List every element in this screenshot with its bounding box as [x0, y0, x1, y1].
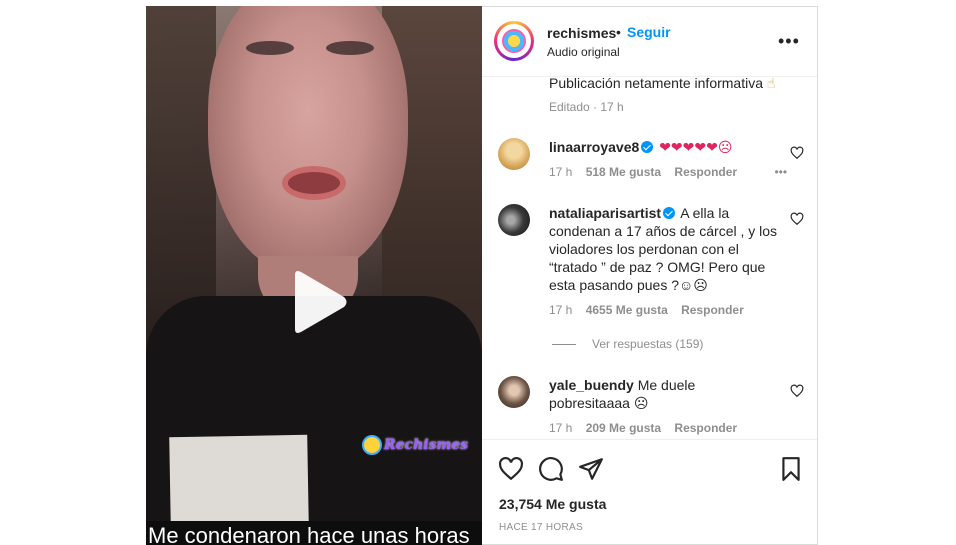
watermark-text: Rechismes: [384, 437, 469, 453]
post-timestamp[interactable]: HACE 17 HORAS: [499, 522, 583, 533]
comment-meta: 17 h 4655 Me gusta Responder: [549, 303, 754, 317]
comment-time: 17 h: [549, 165, 573, 179]
comment-meta: 17 h 209 Me gusta Responder: [549, 421, 747, 435]
comment-time: 17 h: [549, 421, 573, 435]
video-frame-detail: [282, 166, 346, 200]
avatar[interactable]: [498, 376, 530, 408]
reply-button[interactable]: Responder: [674, 165, 737, 179]
more-icon[interactable]: •••: [774, 165, 787, 179]
share-icon[interactable]: [578, 456, 604, 482]
post-header: rechismes • Seguir Audio original •••: [482, 7, 817, 77]
play-icon[interactable]: [287, 269, 349, 335]
follow-button[interactable]: Seguir: [627, 24, 671, 40]
comment-meta: 17 h 518 Me gusta Responder •••: [549, 165, 797, 179]
post-actions: 23,754 Me gusta HACE 17 HORAS: [482, 439, 817, 545]
post-caption: Publicación netamente informativa ☝: [549, 75, 775, 92]
video-frame-detail: [208, 6, 408, 276]
comment-text: ❤❤❤❤❤☹: [659, 140, 733, 156]
watermark-logo-icon: [362, 435, 382, 455]
post-time: 17 h: [600, 100, 624, 114]
avatar[interactable]: [498, 138, 530, 170]
video-player[interactable]: Rechismes Me condenaron hace unas horas: [146, 6, 482, 545]
comment-body: nataliaparisartist A ella la condenan a …: [549, 204, 779, 294]
video-frame-detail: [169, 434, 309, 528]
verified-icon: [663, 207, 676, 219]
video-frame-detail: [326, 41, 374, 55]
heart-icon[interactable]: [498, 456, 524, 482]
heart-icon[interactable]: [790, 212, 804, 226]
comment-likes[interactable]: 4655 Me gusta: [586, 303, 668, 317]
comment-body: linaarroyave8 ❤❤❤❤❤☹: [549, 138, 779, 157]
avatar-frame: [497, 24, 531, 58]
reply-button[interactable]: Responder: [674, 421, 737, 435]
bookmark-icon[interactable]: [778, 456, 804, 482]
post-caption-meta: Editado · 17 h: [549, 100, 624, 114]
comment-username[interactable]: nataliaparisartist: [549, 205, 661, 221]
avatar[interactable]: [498, 204, 530, 236]
comment-likes[interactable]: 209 Me gusta: [586, 421, 661, 435]
instagram-post: Rechismes Me condenaron hace unas horas …: [0, 0, 956, 545]
heart-icon[interactable]: [790, 146, 804, 160]
view-replies-label: Ver respuestas (159): [592, 337, 704, 351]
reply-button[interactable]: Responder: [681, 303, 744, 317]
heart-icon[interactable]: [790, 384, 804, 398]
avatar-image: [502, 29, 526, 53]
comment-icon[interactable]: [538, 456, 564, 482]
comment-likes[interactable]: 518 Me gusta: [586, 165, 661, 179]
video-caption: Me condenaron hace unas horas: [146, 521, 482, 545]
avatar[interactable]: [494, 21, 534, 61]
emoji: ☝: [766, 76, 776, 92]
comment-body: yale_buendy Me duele pobresitaaaa ☹: [549, 376, 779, 412]
verified-icon: [641, 141, 654, 153]
comment-username[interactable]: linaarroyave8: [549, 139, 639, 155]
likes-count[interactable]: 23,754 Me gusta: [499, 496, 606, 512]
post-caption-text: Publicación netamente informativa: [549, 75, 764, 91]
edited-label: Editado: [549, 100, 590, 114]
watermark: Rechismes: [362, 435, 468, 455]
divider: [552, 343, 576, 345]
comment-time: 17 h: [549, 303, 573, 317]
comment-username[interactable]: yale_buendy: [549, 377, 634, 393]
separator: •: [616, 24, 621, 40]
more-icon[interactable]: •••: [778, 31, 800, 52]
username-link[interactable]: rechismes: [547, 25, 616, 41]
view-replies-button[interactable]: Ver respuestas (159): [552, 337, 703, 351]
audio-link[interactable]: Audio original: [547, 45, 620, 59]
video-frame-detail: [246, 41, 294, 55]
post-panel: rechismes • Seguir Audio original ••• Pu…: [482, 6, 818, 545]
